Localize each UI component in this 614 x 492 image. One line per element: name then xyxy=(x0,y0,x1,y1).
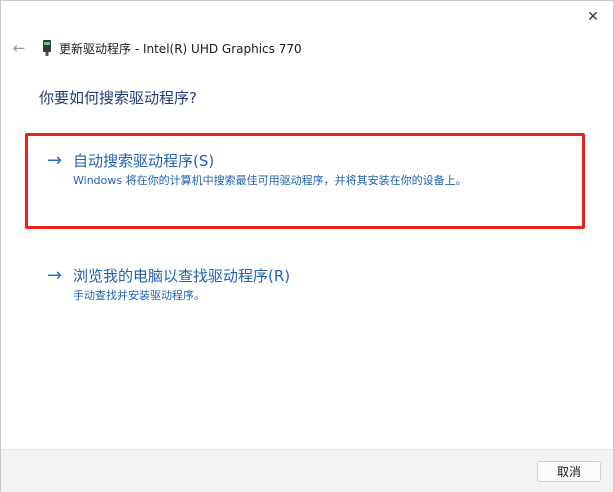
arrow-right-icon: → xyxy=(47,265,63,286)
cancel-button[interactable]: 取消 xyxy=(537,461,601,482)
graphics-card-icon xyxy=(39,39,55,57)
option-auto-search-description: Windows 将在你的计算机中搜索最佳可用驱动程序，并将其安装在你的设备上。 xyxy=(73,174,467,187)
option-auto-search[interactable]: → 自动搜索驱动程序(S) Windows 将在你的计算机中搜索最佳可用驱动程序… xyxy=(47,151,467,189)
title-bar: ✕ xyxy=(1,1,613,33)
option-browse-computer[interactable]: → 浏览我的电脑以查找驱动程序(R) 手动查找并安装驱动程序。 xyxy=(47,266,290,304)
option-browse-computer-label: 浏览我的电脑以查找驱动程序(R) xyxy=(73,267,291,285)
close-icon: ✕ xyxy=(587,9,599,25)
back-button[interactable]: ← xyxy=(9,38,29,58)
option-auto-search-label: 自动搜索驱动程序(S) xyxy=(73,152,215,170)
update-driver-dialog: ✕ ← 更新驱动程序 - Intel(R) UHD Graphics 770 你… xyxy=(0,0,614,492)
arrow-right-icon: → xyxy=(47,150,63,171)
option-browse-computer-description: 手动查找并安装驱动程序。 xyxy=(73,289,205,302)
close-button[interactable]: ✕ xyxy=(583,7,603,27)
dialog-header: ← 更新驱动程序 - Intel(R) UHD Graphics 770 xyxy=(9,37,302,59)
dialog-footer: 取消 xyxy=(1,449,613,492)
back-arrow-icon: ← xyxy=(12,39,26,57)
dialog-title: 更新驱动程序 - Intel(R) UHD Graphics 770 xyxy=(59,41,302,56)
page-question: 你要如何搜索驱动程序? xyxy=(39,89,197,107)
